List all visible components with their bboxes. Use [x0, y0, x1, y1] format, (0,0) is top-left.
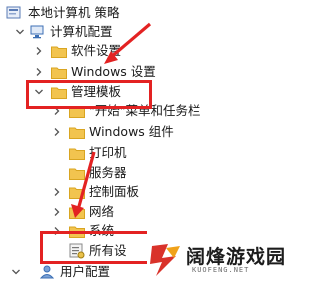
watermark: 阔烽游戏园 KUOFENG.NET	[146, 239, 326, 281]
watermark-cn: 阔烽游戏园	[186, 246, 287, 268]
watermark-en: KUOFENG.NET	[192, 266, 250, 274]
watermark-logo-icon	[150, 244, 180, 276]
